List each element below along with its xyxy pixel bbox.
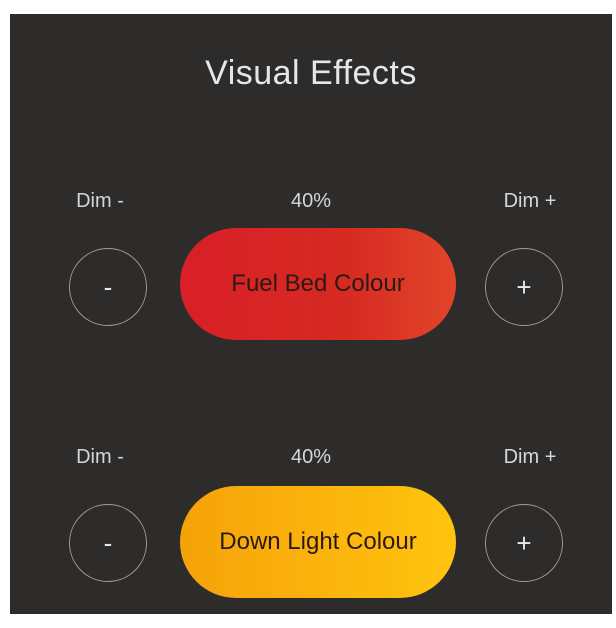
dim-minus-label: Dim - <box>76 190 124 212</box>
dim-plus-button[interactable]: + <box>485 504 563 582</box>
dim-minus-button[interactable]: - <box>69 248 147 326</box>
visual-effects-panel: Visual Effects Dim - 40% Dim + - Fuel Be… <box>10 14 612 614</box>
dim-plus-button[interactable]: + <box>485 248 563 326</box>
brightness-percent: 40% <box>290 190 332 212</box>
fuel-bed-control-row: Dim - 40% Dim + - Fuel Bed Colour + <box>10 182 612 372</box>
down-light-control-row: Dim - 40% Dim + - Down Light Colour + <box>10 438 612 614</box>
dim-plus-label: Dim + <box>503 446 557 468</box>
dim-minus-button[interactable]: - <box>69 504 147 582</box>
fuel-bed-colour-button[interactable]: Fuel Bed Colour <box>180 228 456 340</box>
down-light-colour-button[interactable]: Down Light Colour <box>180 486 456 598</box>
dim-minus-label: Dim - <box>76 446 124 468</box>
brightness-percent: 40% <box>290 446 332 468</box>
page-title: Visual Effects <box>205 54 417 92</box>
dim-plus-label: Dim + <box>503 190 557 212</box>
